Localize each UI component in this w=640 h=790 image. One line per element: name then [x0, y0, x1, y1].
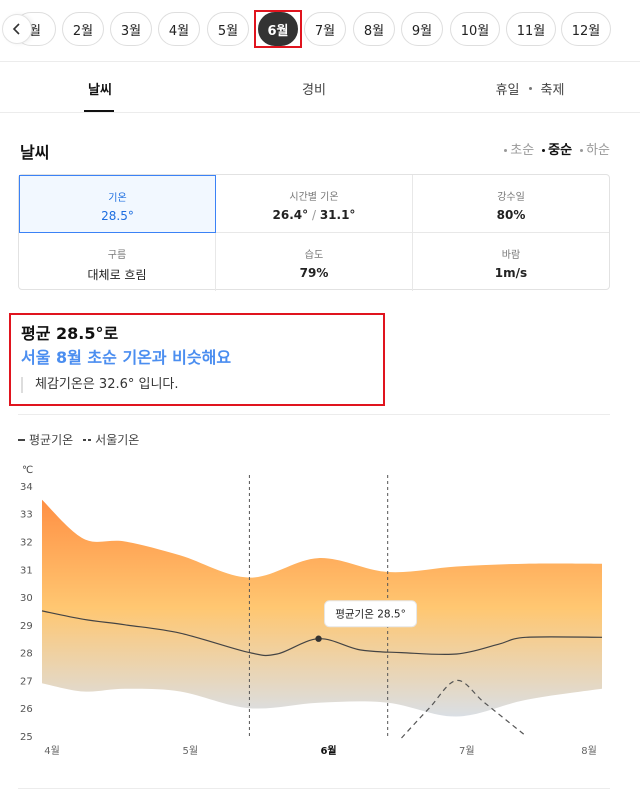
stat-value: 28.5° [101, 209, 134, 223]
chevron-left-icon [12, 23, 20, 35]
month-pill-12[interactable]: 12월 [561, 12, 611, 46]
temperature-summary: 평균 28.5°로 서울 8월 초순 기온과 비슷해요 체감기온은 32.6° … [9, 313, 385, 406]
tab-separator-dot [528, 86, 532, 90]
stat-value: 79% [299, 266, 329, 280]
section-title: 날씨 [20, 143, 50, 162]
y-tick-label: 26 [20, 704, 33, 715]
season-early-label: 초순 [510, 143, 535, 158]
stat-value: 26.4° / 31.1° [216, 208, 412, 222]
stat-wind[interactable]: 바람 1m/s [413, 233, 609, 291]
season-late-label: 하순 [586, 143, 610, 158]
month-pill-4[interactable]: 4월 [158, 12, 200, 46]
solid-line-icon [18, 438, 25, 441]
summary-average: 평균 28.5°로 [21, 324, 119, 343]
season-late[interactable]: 하순 [580, 139, 610, 158]
legend-seoul-label: 서울기온 [95, 433, 140, 447]
stat-value: 대체로 흐림 [87, 268, 147, 282]
summary-feels-like: 체감기온은 32.6° 입니다. [21, 377, 179, 393]
tab-holidays-label: 휴일 [495, 82, 520, 98]
scroll-left-button[interactable] [2, 14, 32, 44]
summary-comparison: 서울 8월 초순 기온과 비슷해요 [21, 348, 232, 367]
y-tick-label: 30 [20, 593, 33, 604]
stat-label: 강수일 [497, 192, 525, 203]
bullet-icon [504, 149, 508, 152]
stat-label: 습도 [304, 250, 324, 261]
temp-separator: / [308, 208, 320, 222]
x-tick-label: 6월 [320, 745, 336, 757]
stat-label: 기온 [108, 193, 127, 204]
legend-seoul: 서울기온 [83, 431, 139, 448]
month-pill-8[interactable]: 8월 [353, 12, 395, 46]
month-pill-6[interactable]: 6월 [258, 12, 298, 46]
y-tick-label: 33 [20, 510, 33, 521]
temperature-chart: 25 26 27 28 29 30 31 32 33 34 평균기온 28.5° ℃ 4월 5월 6월… [20, 465, 603, 757]
y-tick-label: 25 [20, 732, 33, 743]
stat-clouds[interactable]: 구름 대체로 흐림 [19, 233, 216, 291]
x-tick-label: 5월 [182, 745, 198, 757]
active-tab-underline [84, 110, 114, 112]
legend-average-label: 평균기온 [29, 433, 74, 447]
season-mid[interactable]: 중순 [542, 139, 572, 158]
stat-value: 1m/s [494, 266, 528, 280]
month-selector: 월 2월 3월 4월 5월 6월 7월 8월 9월 10월 11월 12월 [0, 0, 640, 62]
tab-holidays-festivals[interactable]: 휴일 축제 [430, 63, 630, 113]
season-mid-label: 중순 [548, 143, 573, 158]
stat-humidity[interactable]: 습도 79% [216, 233, 413, 291]
tooltip-label: 평균기온 28.5° [335, 609, 406, 621]
dashed-line-icon [83, 438, 92, 441]
y-tick-label: 31 [20, 565, 33, 576]
month-pill-3[interactable]: 3월 [110, 12, 152, 46]
stat-label: 바람 [501, 250, 521, 261]
tab-bar: 날씨 경비 휴일 축제 [0, 63, 640, 113]
y-tick-label: 27 [20, 676, 33, 687]
divider [18, 414, 610, 415]
month-pill-10[interactable]: 10월 [450, 12, 500, 46]
month-pill-7[interactable]: 7월 [304, 12, 346, 46]
bullet-icon [580, 149, 584, 152]
stat-hourly-temperature[interactable]: 시간별 기온 26.4° / 31.1° [216, 175, 413, 233]
stat-rain-days[interactable]: 강수일 80% [413, 175, 609, 233]
divider [18, 788, 610, 789]
chart-legend: 평균기온 서울기온 [18, 431, 139, 448]
temperature-range-band [42, 499, 602, 717]
y-tick-label: 28 [20, 649, 33, 660]
x-tick-label: 8월 [581, 745, 597, 757]
stat-label: 시간별 기온 [289, 192, 339, 203]
average-temperature-point[interactable] [315, 635, 322, 642]
stat-temperature[interactable]: 기온 28.5° [19, 175, 216, 233]
stat-value: 80% [496, 208, 526, 222]
season-selector: 초순 중순 하순 [504, 139, 610, 158]
chart-tooltip: 평균기온 28.5° [324, 600, 418, 628]
month-pill-9[interactable]: 9월 [401, 12, 443, 46]
stat-label: 구름 [107, 250, 127, 261]
legend-average: 평균기온 [18, 431, 73, 448]
tab-weather[interactable]: 날씨 [0, 63, 200, 113]
y-tick-label: 32 [20, 537, 33, 548]
month-pill-2[interactable]: 2월 [62, 12, 104, 46]
tab-expenses[interactable]: 경비 [214, 63, 414, 113]
temp-low: 26.4° [272, 208, 309, 222]
bullet-icon [542, 149, 546, 152]
tab-festivals-label: 축제 [540, 82, 565, 98]
month-pill-11[interactable]: 11월 [506, 12, 556, 46]
y-tick-label: 34 [20, 482, 33, 493]
temp-high: 31.1° [319, 208, 356, 222]
y-tick-label: 29 [20, 621, 33, 632]
weather-stats-grid: 기온 28.5° 시간별 기온 26.4° / 31.1° 강수일 80% 구름… [18, 174, 610, 291]
x-tick-label: 7월 [459, 745, 475, 757]
y-axis-unit: ℃ [22, 465, 33, 476]
month-pill-5[interactable]: 5월 [207, 12, 249, 46]
x-tick-label: 4월 [44, 745, 60, 757]
season-early[interactable]: 초순 [504, 139, 534, 158]
